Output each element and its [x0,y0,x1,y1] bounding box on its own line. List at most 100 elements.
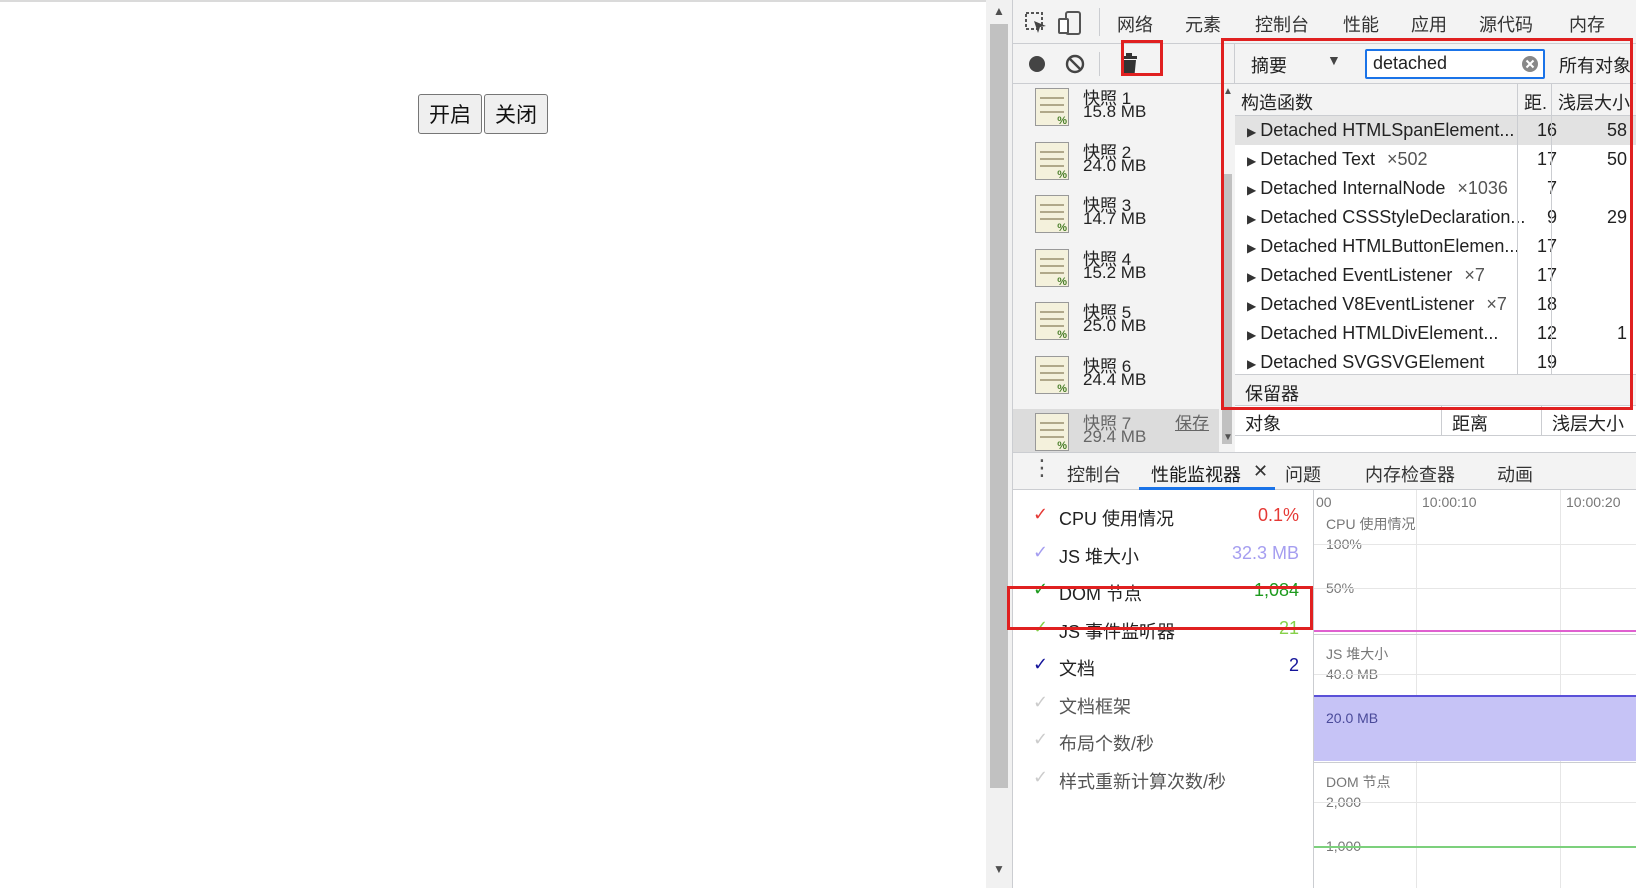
scroll-up-icon[interactable]: ▲ [993,4,1005,18]
table-row[interactable]: ▶ Detached Text ×502 17 50 [1235,145,1636,174]
metric-item[interactable]: ✓ 布局个数/秒 [1013,723,1313,759]
metric-item[interactable]: ✓ 样式重新计算次数/秒 [1013,761,1313,797]
table-row[interactable]: ▶Detached InternalNode×10367 [1235,174,1636,203]
snapshot-icon: % [1035,88,1069,127]
clear-filter-icon[interactable] [1521,55,1539,73]
drawer-tab-console[interactable]: 控制台 [1067,461,1121,487]
scope-select[interactable]: 所有对象 [1559,52,1631,78]
snapshot-item[interactable]: % 快照 5 25.0 MB [1013,298,1219,353]
snapshot-size: 29.4 MB [1083,427,1147,446]
table-row[interactable]: ▶ Detached HTMLButtonElemen... 17 [1235,232,1636,261]
chevron-down-icon[interactable]: ▼ [1327,52,1341,68]
metric-item[interactable]: ✓ 文档框架 [1013,686,1313,722]
class-filter-input[interactable]: detached [1365,49,1545,79]
table-row[interactable]: ▶ Detached SVGSVGElement 19 [1235,348,1636,377]
page-scrollbar[interactable]: ▲ ▼ [986,0,1012,888]
snapshot-item[interactable]: % 快照 1 15.8 MB [1013,84,1219,139]
metric-item[interactable]: ✓ JS 事件监听器 21 [1013,611,1313,647]
snapshot-size: 15.8 MB [1083,102,1147,121]
view-select[interactable]: 摘要 [1251,52,1287,78]
snapshot-size: 24.4 MB [1083,369,1147,389]
column-distance[interactable]: 距. [1517,84,1551,116]
record-icon[interactable] [1027,54,1047,74]
table-row[interactable]: ▶ Detached HTMLDivElement... 12 1 [1235,319,1636,348]
close-tab-icon[interactable]: ✕ [1253,461,1268,482]
close-button[interactable]: 关闭 [484,94,548,134]
memory-toolbar [1013,44,1235,84]
checkmark-icon[interactable]: ✓ [1033,692,1048,713]
clear-icon[interactable] [1065,54,1085,74]
checkmark-icon[interactable]: ✓ [1033,579,1048,600]
tab-application[interactable]: 应用 [1411,11,1447,37]
tab-network[interactable]: 网络 [1117,11,1153,37]
expand-triangle-icon[interactable]: ▶ [1247,328,1256,342]
snapshot-icon: % [1035,355,1069,395]
tab-performance[interactable]: 性能 [1343,11,1379,37]
tab-sources[interactable]: 源代码 [1479,11,1533,37]
filter-value: detached [1373,53,1448,73]
expand-triangle-icon[interactable]: ▶ [1247,270,1256,284]
retainer-column-distance[interactable]: 距离 [1441,406,1541,436]
drawer-tab-animations[interactable]: 动画 [1497,461,1533,487]
checkmark-icon[interactable]: ✓ [1033,729,1048,750]
checkmark-icon[interactable]: ✓ [1033,504,1048,525]
snapshot-item[interactable]: % 快照 2 24.0 MB [1013,138,1219,193]
expand-triangle-icon[interactable]: ▶ [1247,212,1256,226]
constructor-cell: ▶ Detached HTMLButtonElemen... [1247,236,1531,257]
tab-console[interactable]: 控制台 [1255,11,1309,37]
retainer-column-shallow-size[interactable]: 浅层大小 [1541,406,1636,436]
expand-triangle-icon[interactable]: ▶ [1247,241,1256,255]
start-button[interactable]: 开启 [418,94,482,134]
drawer-tab-performance-monitor[interactable]: 性能监视器 [1151,461,1241,487]
expand-triangle-icon[interactable]: ▶ [1247,299,1256,313]
scroll-down-icon[interactable]: ▼ [1223,432,1233,443]
expand-triangle-icon[interactable]: ▶ [1247,154,1256,168]
table-row[interactable]: ▶ Detached HTMLSpanElement... 16 58 [1235,116,1636,145]
shallow-size-cell: 1 [1616,323,1627,343]
web-page: 开启 关闭 [0,0,986,888]
snapshot-item[interactable]: % 快照 4 15.2 MB [1013,245,1219,300]
table-row[interactable]: ▶Detached CSSStyleDeclaration...929 [1235,203,1636,232]
column-shallow-size[interactable]: 浅层大小 [1551,84,1636,116]
metric-item[interactable]: ✓ CPU 使用情况 0.1% [1013,498,1313,534]
trash-icon[interactable] [1119,52,1139,76]
instance-count: ×1036 [1457,178,1508,198]
retainers-header[interactable]: 保留器 [1235,374,1636,406]
save-snapshot-link[interactable]: 保存 [1175,409,1209,434]
drawer-tab-issues[interactable]: 问题 [1285,461,1321,487]
more-tools-icon[interactable]: ⋮ [1031,457,1053,479]
scroll-up-icon[interactable]: ▲ [1223,86,1233,97]
snapshot-icon: % [1035,141,1069,181]
checkmark-icon[interactable]: ✓ [1033,767,1048,788]
scroll-thumb[interactable] [1222,174,1232,444]
metric-item[interactable]: ✓ JS 堆大小 32.3 MB [1013,536,1313,572]
inspect-element-icon[interactable] [1023,10,1049,36]
retainer-column-object[interactable]: 对象 [1235,406,1441,436]
metric-label: DOM 节点 [1059,584,1142,604]
scroll-down-icon[interactable]: ▼ [993,862,1005,876]
expand-triangle-icon[interactable]: ▶ [1247,183,1256,197]
metric-item[interactable]: ✓ 文档 2 [1013,648,1313,684]
snapshot-item[interactable]: % 快照 3 14.7 MB [1013,191,1219,246]
dom-series-line [1314,846,1636,848]
table-row[interactable]: ▶ Detached EventListener ×7 17 [1235,261,1636,290]
constructor-name: Detached SVGSVGElement [1260,352,1485,372]
expand-triangle-icon[interactable]: ▶ [1247,357,1256,371]
metric-item[interactable]: ✓ DOM 节点 1,084 [1013,573,1313,609]
drawer-tab-memory-inspector[interactable]: 内存检查器 [1365,461,1455,487]
column-constructor[interactable]: 构造函数 [1235,84,1517,116]
checkmark-icon[interactable]: ✓ [1033,654,1048,675]
constructor-cell: ▶ Detached InternalNode ×1036 [1247,178,1508,199]
checkmark-icon[interactable]: ✓ [1033,617,1048,638]
shallow-size-cell: 50 [1606,149,1627,169]
constructor-name: Detached EventListener [1260,265,1453,285]
expand-triangle-icon[interactable]: ▶ [1247,125,1256,139]
tab-memory[interactable]: 内存 [1569,11,1605,37]
checkmark-icon[interactable]: ✓ [1033,542,1048,563]
scroll-thumb[interactable] [990,24,1008,788]
tab-elements[interactable]: 元素 [1185,11,1221,37]
snapshot-scrollbar[interactable]: ▲ ▼ [1219,84,1235,468]
table-row[interactable]: ▶ Detached V8EventListener ×7 18 [1235,290,1636,319]
snapshot-item[interactable]: % 快照 6 24.4 MB [1013,352,1219,407]
device-toolbar-icon[interactable] [1057,10,1083,36]
